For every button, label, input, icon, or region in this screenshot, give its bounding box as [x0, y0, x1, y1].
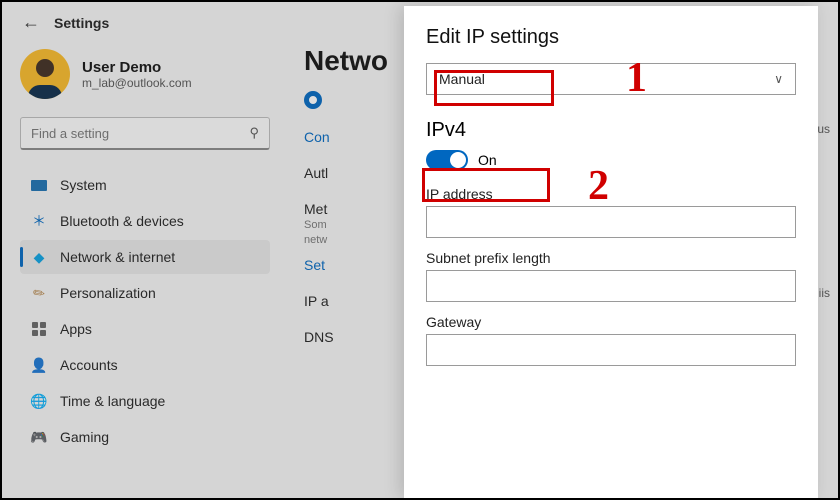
edit-ip-settings-dialog: Edit IP settings Manual ∨ IPv4 On IP add…	[404, 6, 818, 498]
gateway-input[interactable]	[426, 334, 796, 366]
sidebar-item-label: Accounts	[60, 357, 118, 373]
subnet-prefix-input[interactable]	[426, 270, 796, 302]
back-arrow-icon[interactable]: ←	[22, 12, 40, 33]
sidebar-item-label: Gaming	[60, 429, 109, 445]
ipv4-section-title: IPv4	[426, 119, 796, 142]
sidebar-item-label: Time & language	[60, 393, 165, 409]
user-email: m_lab@outlook.com	[82, 76, 192, 90]
search-icon: ⚲	[249, 125, 259, 141]
dialog-title: Edit IP settings	[426, 26, 796, 49]
toggle-knob-icon	[450, 152, 466, 168]
subnet-prefix-label: Subnet prefix length	[426, 250, 796, 266]
ip-mode-selected-value: Manual	[439, 71, 485, 87]
truncated-text-right-2: iis	[819, 286, 830, 300]
chevron-down-icon: ∨	[774, 72, 783, 86]
header-title: Settings	[54, 15, 109, 31]
sidebar-item-accounts[interactable]: 👤 Accounts	[20, 348, 270, 382]
sidebar-item-label: Network & internet	[60, 249, 175, 265]
gateway-label: Gateway	[426, 314, 796, 330]
sidebar: User Demo m_lab@outlook.com ⚲ System ＊ B…	[2, 41, 282, 497]
ipv4-toggle[interactable]	[426, 150, 468, 170]
nav-list: System ＊ Bluetooth & devices ◆ Network &…	[20, 168, 270, 454]
sidebar-item-personalization[interactable]: ✎ Personalization	[20, 276, 270, 310]
bluetooth-icon: ＊	[30, 212, 48, 230]
sidebar-item-bluetooth[interactable]: ＊ Bluetooth & devices	[20, 204, 270, 238]
network-icon: ◆	[30, 248, 48, 266]
time-icon: 🌐	[30, 392, 48, 410]
personalization-icon: ✎	[26, 280, 51, 305]
user-block[interactable]: User Demo m_lab@outlook.com	[20, 49, 270, 99]
sidebar-item-label: System	[60, 177, 107, 193]
sidebar-item-apps[interactable]: Apps	[20, 312, 270, 346]
ipv4-toggle-state: On	[478, 152, 497, 168]
sidebar-item-system[interactable]: System	[20, 168, 270, 202]
sidebar-item-label: Personalization	[60, 285, 156, 301]
metered-hint2: netw	[304, 234, 344, 247]
avatar	[20, 49, 70, 99]
gaming-icon: 🎮	[30, 428, 48, 446]
radio-selected-icon	[304, 91, 322, 109]
user-name: User Demo	[82, 59, 192, 76]
sidebar-item-time[interactable]: 🌐 Time & language	[20, 384, 270, 418]
sidebar-item-gaming[interactable]: 🎮 Gaming	[20, 420, 270, 454]
sidebar-item-network[interactable]: ◆ Network & internet	[20, 240, 270, 274]
sidebar-item-label: Bluetooth & devices	[60, 213, 184, 229]
ip-mode-select[interactable]: Manual ∨	[426, 63, 796, 95]
ip-address-input[interactable]	[426, 206, 796, 238]
ip-address-label: IP address	[426, 186, 796, 202]
search-input[interactable]	[31, 126, 225, 141]
metered-hint: Som	[304, 219, 344, 232]
sidebar-item-label: Apps	[60, 321, 92, 337]
apps-icon	[30, 320, 48, 338]
system-icon	[30, 176, 48, 194]
accounts-icon: 👤	[30, 356, 48, 374]
search-input-wrap[interactable]: ⚲	[20, 117, 270, 150]
